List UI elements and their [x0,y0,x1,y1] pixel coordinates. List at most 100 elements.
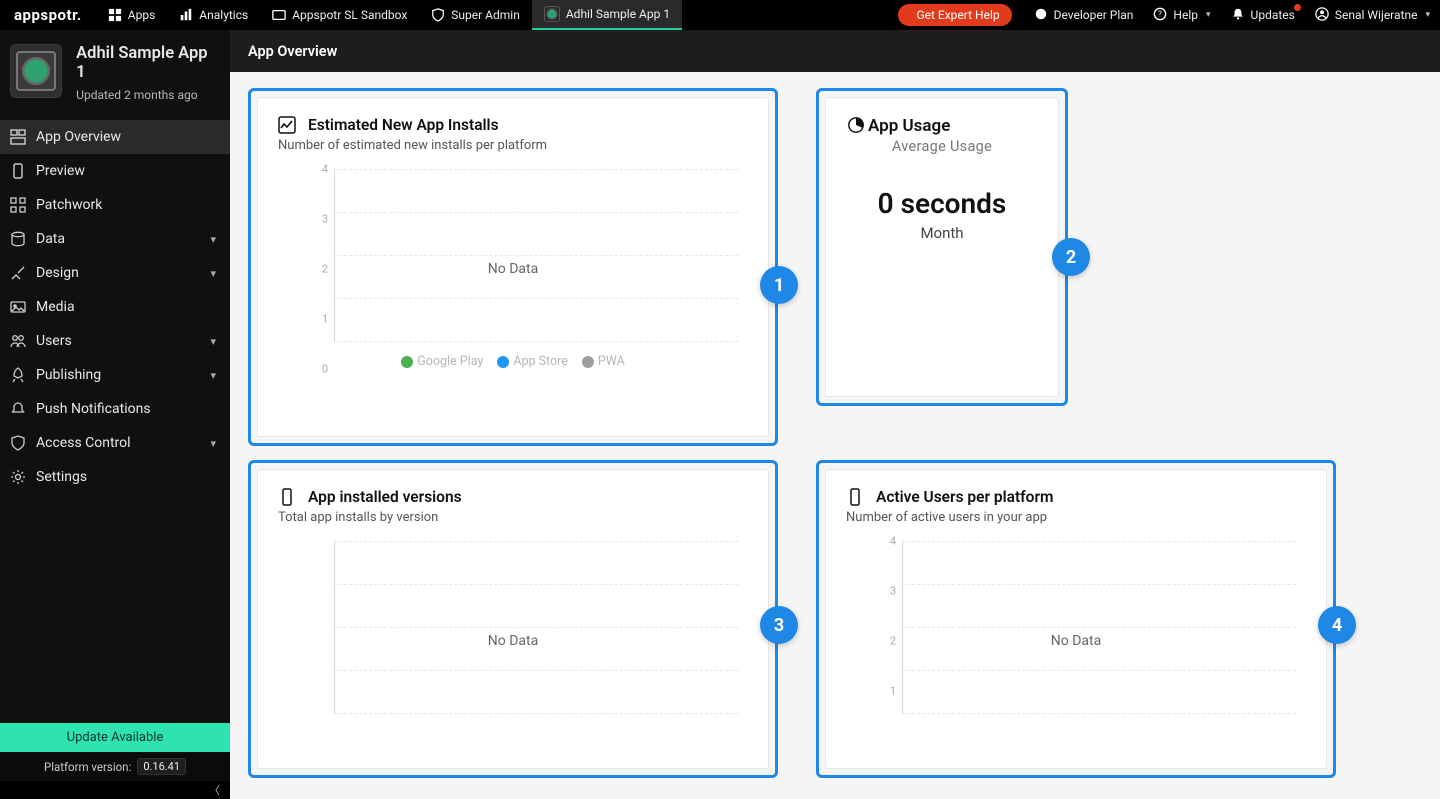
sidebar-item-patchwork[interactable]: Patchwork [0,188,230,222]
ytick: 3 [308,213,328,226]
sidebar-item-preview[interactable]: Preview [0,154,230,188]
chevron-down-icon: ▾ [210,335,216,348]
grid-icon [10,197,26,213]
sidebar-item-app-overview[interactable]: App Overview [0,120,230,154]
tour-badge-1[interactable]: 1 [760,266,798,304]
topnav-sandbox-label: Appspotr SL Sandbox [292,8,407,22]
installs-legend: Google Play App Store PWA [278,354,748,369]
topnav-apps[interactable]: Apps [96,0,168,30]
dot-icon [497,356,509,368]
content: Estimated New App Installs Number of est… [230,72,1440,799]
topnav-analytics-label: Analytics [199,8,248,22]
tour-badge-3[interactable]: 3 [760,606,798,644]
sidebar-item-label: App Overview [36,129,121,145]
ytick: 1 [876,685,896,698]
panel-versions-subtitle: Total app installs by version [278,510,748,525]
usage-period: Month [846,224,1038,242]
bell-icon [10,401,26,417]
sidebar-item-label: Access Control [36,435,131,451]
sidebar-item-users[interactable]: Users ▾ [0,324,230,358]
gauge-icon [846,116,866,136]
panel-active-subtitle: Number of active users in your app [846,510,1306,525]
topnav-sandbox[interactable]: Appspotr SL Sandbox [260,0,419,30]
chevron-down-icon: ▾ [210,369,216,382]
app-chip-icon [544,6,560,22]
page-title-bar: App Overview [230,30,1440,72]
analytics-icon [179,8,193,22]
brand-logo[interactable]: appspotr. [0,6,96,24]
panel-active-users: Active Users per platform Number of acti… [825,469,1327,769]
topright: Get Expert Help Developer Plan ? Help ▾ … [898,0,1440,30]
panel-installs-subtitle: Number of estimated new installs per pla… [278,138,748,153]
usage-title-text: App Usage [868,116,950,136]
usage-subtitle: Average Usage [846,138,1038,155]
sidebar-item-media[interactable]: Media [0,290,230,324]
topnav-apps-label: Apps [128,8,156,22]
sidebar-item-label: Preview [36,163,85,179]
topnav-superadmin[interactable]: Super Admin [419,0,532,30]
sidebar-item-data[interactable]: Data ▾ [0,222,230,256]
user-name: Senal Wijeratne [1335,8,1418,22]
topnav-currentapp-label: Adhil Sample App 1 [566,7,670,21]
versions-chart: No Data [278,541,748,741]
ytick: 3 [876,585,896,598]
user-menu[interactable]: Senal Wijeratne ▾ [1305,0,1440,30]
topnav-analytics[interactable]: Analytics [167,0,260,30]
sidebar-item-design[interactable]: Design ▾ [0,256,230,290]
chart-icon [278,116,296,134]
sidebar-item-push[interactable]: Push Notifications [0,392,230,426]
active-nodata: No Data [846,633,1306,649]
app-icon[interactable] [10,44,62,98]
dot-icon [582,356,594,368]
chevron-down-icon: ▾ [210,233,216,246]
burst-icon [1034,7,1048,24]
main: App Overview Estimated New App Installs … [230,30,1440,799]
tour-step-1: Estimated New App Installs Number of est… [248,88,778,446]
chevron-left-icon: 〈 [209,782,220,798]
database-icon [10,231,26,247]
help-menu[interactable]: ? Help ▾ [1143,0,1220,30]
installs-nodata: No Data [278,261,748,277]
update-available-banner[interactable]: Update Available [0,723,230,752]
panel-versions-title: App installed versions [308,488,462,506]
chevron-down-icon: ▾ [210,437,216,450]
app-updated: Updated 2 months ago [76,88,216,102]
apps-icon [108,8,122,22]
panel-usage: App Usage Average Usage 0 seconds Month [825,97,1059,397]
sidebar-nav: App Overview Preview Patchwork Data ▾ De… [0,120,230,723]
plan-indicator[interactable]: Developer Plan [1024,0,1144,30]
sidebar-item-publishing[interactable]: Publishing ▾ [0,358,230,392]
shield-icon [10,435,26,451]
plan-label: Developer Plan [1054,8,1134,22]
legend-item-as: App Store [497,354,568,369]
versions-nodata: No Data [278,633,748,649]
ytick: 1 [308,313,328,326]
panel-installs-title: Estimated New App Installs [308,116,499,134]
usage-value: 0 seconds [846,187,1038,220]
svg-text:?: ? [1159,9,1163,18]
app-name: Adhil Sample App 1 [76,44,216,82]
overview-icon [10,129,26,145]
expert-label: Get Expert Help [916,8,999,22]
tour-badge-4[interactable]: 4 [1318,606,1356,644]
shield-icon [431,8,445,22]
tour-step-2: App Usage Average Usage 0 seconds Month … [816,88,1068,406]
tour-badge-2[interactable]: 2 [1052,238,1090,276]
get-expert-help-button[interactable]: Get Expert Help [898,4,1011,26]
sidebar-collapse[interactable]: 〈 [0,781,230,799]
help-icon: ? [1153,7,1167,24]
topnav-current-app[interactable]: Adhil Sample App 1 [532,0,682,30]
gear-icon [10,469,26,485]
sidebar-item-label: Design [36,265,79,281]
sidebar-item-settings[interactable]: Settings [0,460,230,494]
updates-label: Updates [1251,8,1295,22]
panel-versions: App installed versions Total app install… [257,469,769,769]
chevron-down-icon: ▾ [210,267,216,280]
media-icon [10,299,26,315]
bell-icon [1231,7,1245,24]
sidebar-item-access-control[interactable]: Access Control ▾ [0,426,230,460]
design-icon [10,265,26,281]
chevron-down-icon: ▾ [1206,10,1211,20]
installs-chart: 4 3 2 1 0 No Data Google Play App Store … [278,169,748,369]
updates-menu[interactable]: Updates [1221,0,1305,30]
